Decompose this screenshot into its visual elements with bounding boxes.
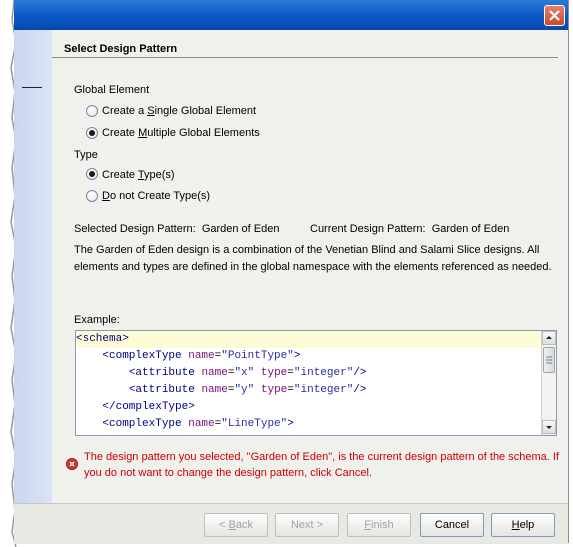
grip-icon [546,356,552,364]
page-title: Select Design Pattern [64,43,178,55]
close-icon [549,10,560,21]
button-bar: < Back Next > Finish Cancel Help [14,503,568,544]
scrollbar-thumb[interactable] [543,347,555,373]
current-pattern: Current Design Pattern: Garden of Eden [310,223,510,235]
error-icon [66,458,78,470]
sidebar-step-marker [22,87,42,88]
radio-multiple-global-elements[interactable] [86,127,98,139]
close-button[interactable] [544,5,565,26]
cancel-button[interactable]: Cancel [420,513,484,537]
wizard-sidebar [14,30,52,503]
global-element-label: Global Element [74,84,150,96]
single-global-element-label[interactable]: Create a Single Global Element [102,105,256,117]
arrow-up-icon [546,336,552,339]
radio-do-not-create-types[interactable] [86,190,98,202]
header-divider [52,57,558,58]
radio-create-types[interactable] [86,168,98,180]
code-line: </complexType> [102,401,195,413]
multiple-global-elements-label[interactable]: Create Multiple Global Elements [102,127,260,139]
example-label: Example: [74,314,120,326]
code-line: <attribute name="x" type="integer"/> [128,367,367,379]
wizard-dialog: Select Design Pattern Global Element Cre… [14,0,569,544]
do-not-create-types-label[interactable]: Do not Create Type(s) [102,190,210,202]
code-line: <complexType name="LineType"> [102,418,294,430]
title-bar [14,0,568,30]
example-code-area: <schema> <complexType name="PointType"> … [76,331,542,435]
example-code-box[interactable]: <schema> <complexType name="PointType"> … [75,330,557,436]
finish-button[interactable]: Finish [347,513,411,537]
error-message: The design pattern you selected, "Garden… [84,451,559,479]
selected-pattern: Selected Design Pattern: Garden of Eden [74,223,280,235]
scroll-up-button[interactable] [542,331,556,345]
pattern-description: The Garden of Eden design is a combinati… [74,244,552,273]
wizard-content: Select Design Pattern Global Element Cre… [52,30,568,503]
code-line: <complexType name="PointType"> [102,350,301,362]
back-button[interactable]: < Back [204,513,268,537]
next-button[interactable]: Next > [275,513,339,537]
code-line: <attribute name="y" type="integer"/> [128,384,367,396]
scroll-down-button[interactable] [542,420,556,434]
create-types-label[interactable]: Create Type(s) [102,169,175,181]
code-line: <schema> [76,331,542,348]
help-button[interactable]: Help [491,513,555,537]
type-label: Type [74,149,98,161]
vertical-scrollbar[interactable] [541,331,556,435]
arrow-down-icon [546,426,552,429]
radio-single-global-element[interactable] [86,105,98,117]
